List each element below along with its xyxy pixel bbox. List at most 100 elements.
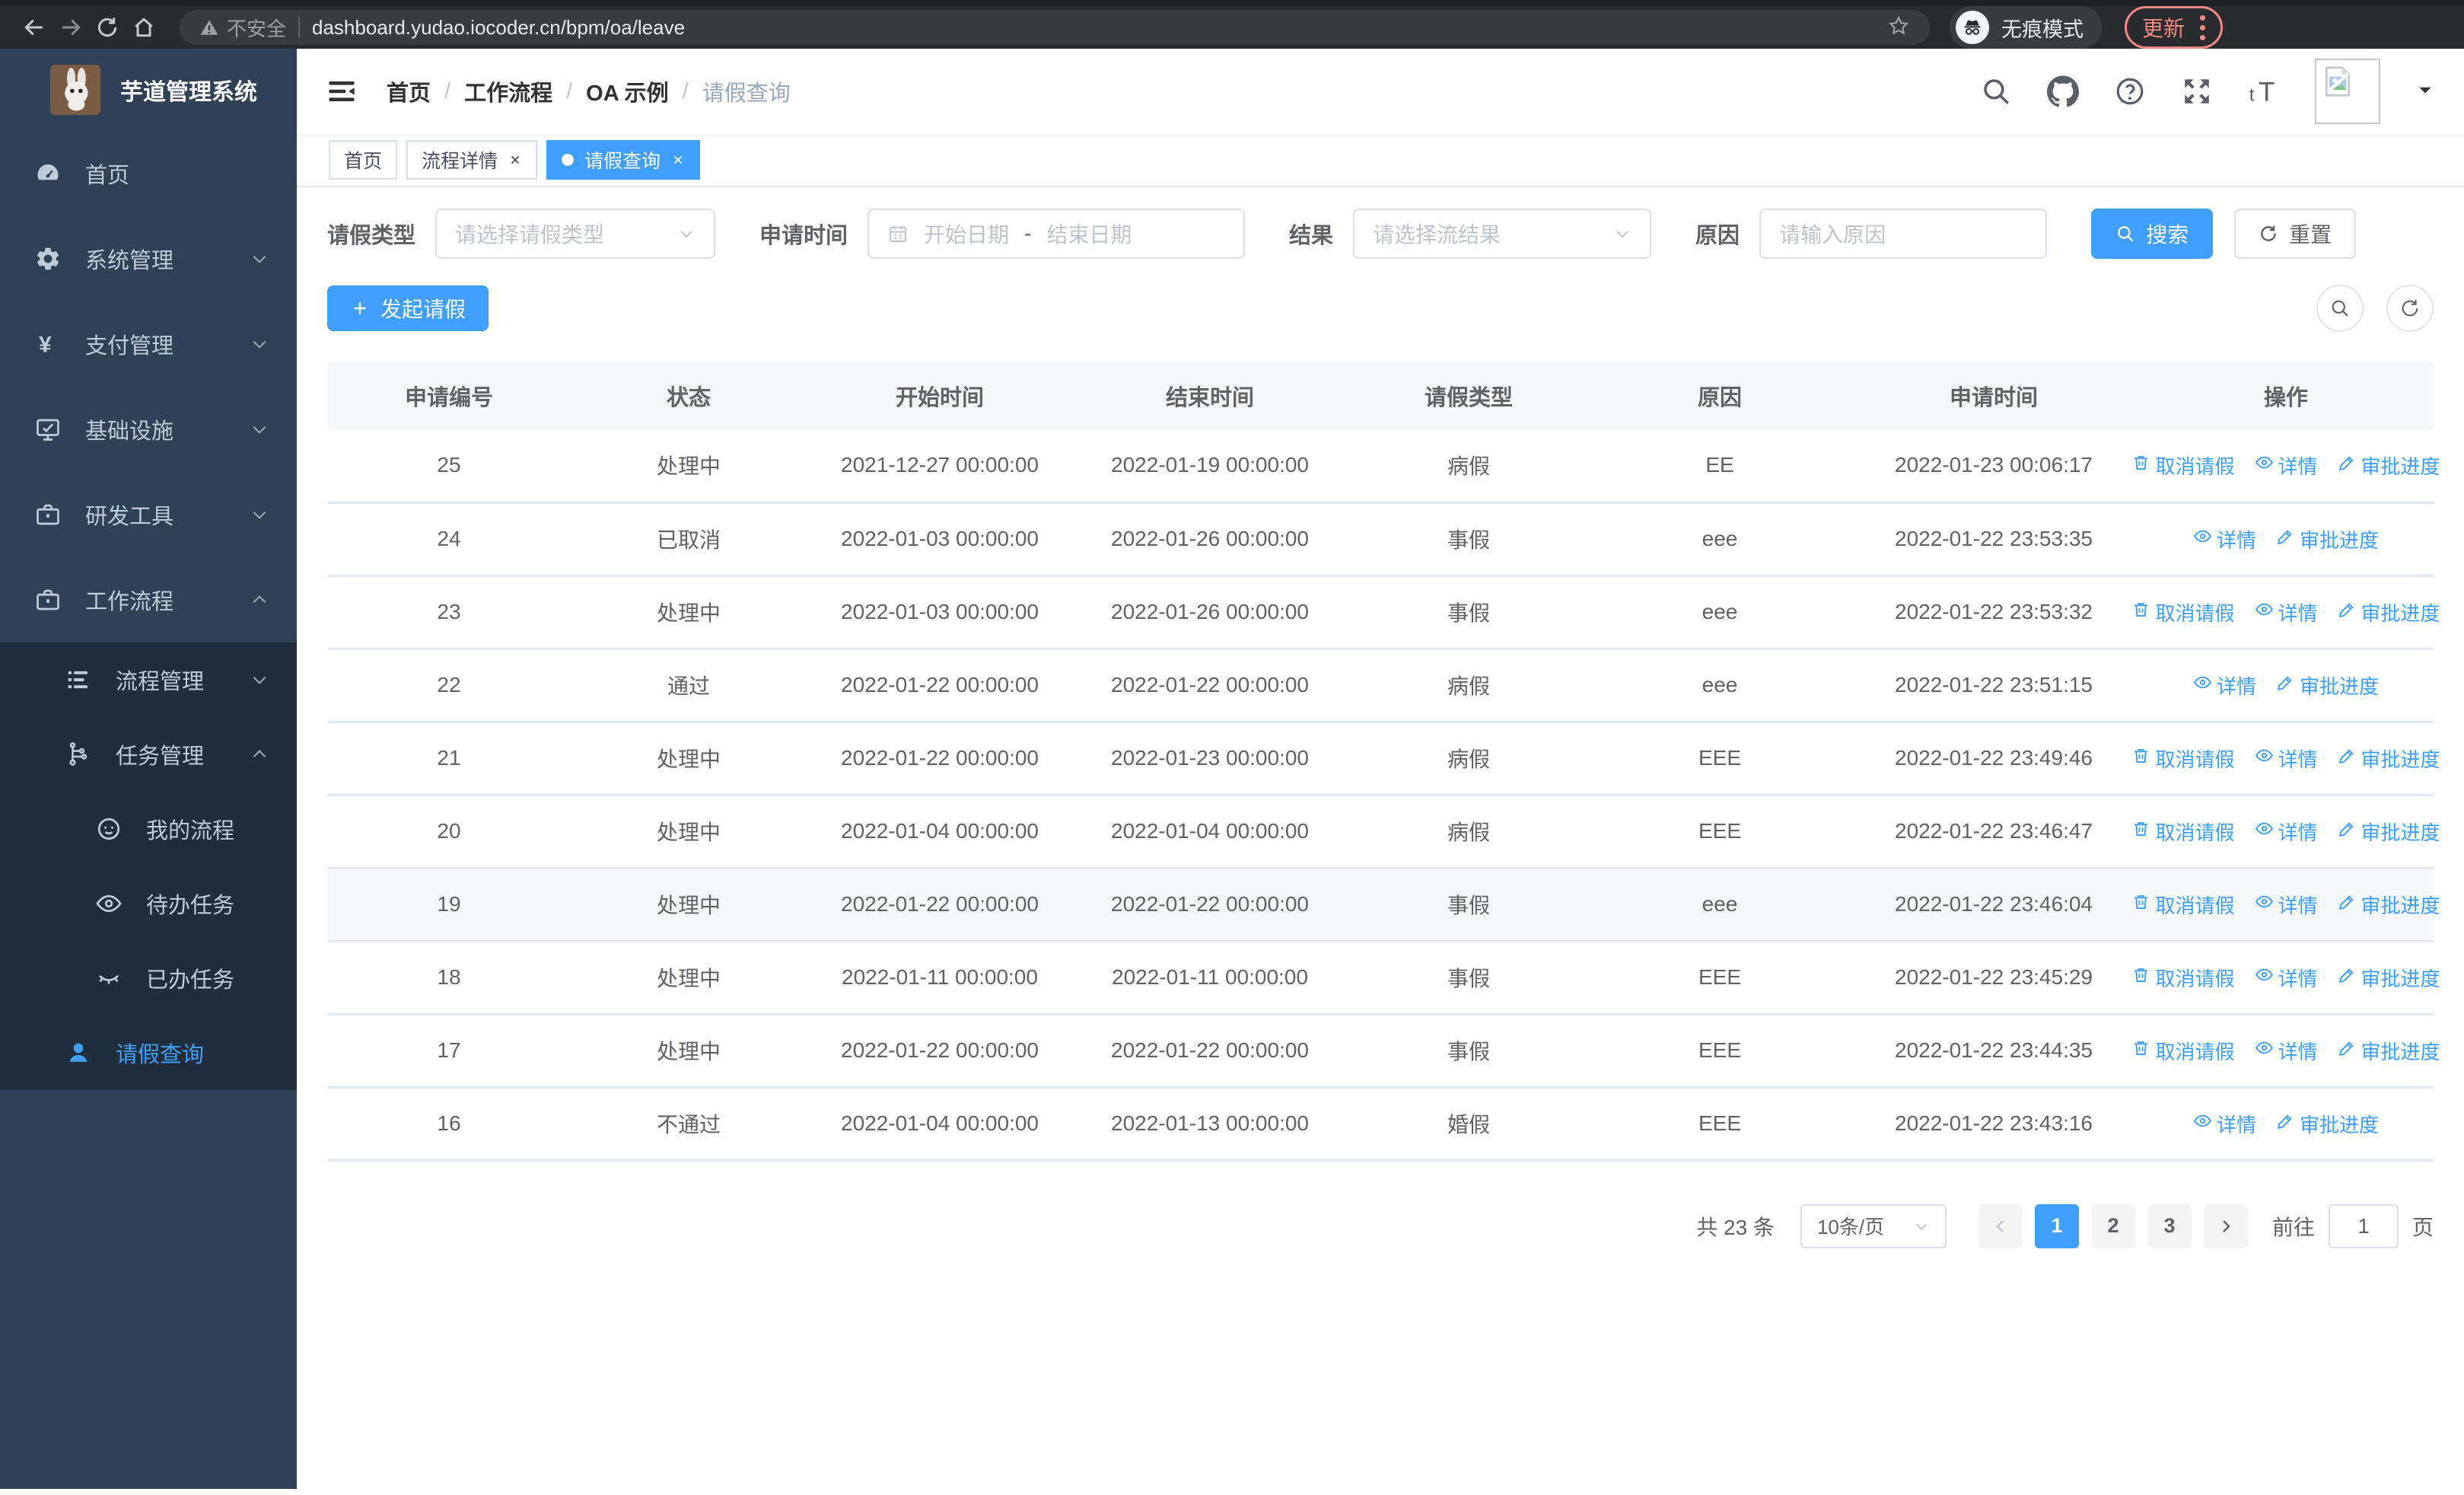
help-icon[interactable] (2114, 75, 2146, 107)
browser-reload-icon[interactable] (93, 13, 122, 42)
prev-page-button[interactable] (1978, 1203, 2023, 1248)
detail-action-link[interactable]: 详情 (2193, 671, 2256, 700)
cell-end: 2022-01-22 00:00:00 (1073, 868, 1347, 942)
tab-请假查询[interactable]: 请假查询 (546, 140, 701, 180)
goto-page-input[interactable]: 1 (2328, 1203, 2399, 1248)
close-icon[interactable] (671, 153, 685, 167)
progress-action-link[interactable]: 审批进度 (2338, 598, 2440, 626)
progress-action-link[interactable]: 审批进度 (2276, 671, 2379, 700)
refresh-table-button[interactable] (2386, 285, 2434, 332)
sidebar-item-基础设施[interactable]: 基础设施 (0, 387, 297, 472)
start-date-placeholder[interactable]: 开始日期 (924, 218, 1009, 249)
cell-actions: 取消请假 详情 审批进度 (2135, 941, 2440, 1015)
detail-action-link[interactable]: 详情 (2193, 525, 2256, 553)
brand-area[interactable]: 芋道管理系统 (0, 49, 297, 131)
sidebar-item-请假查询[interactable]: 请假查询 (0, 1015, 297, 1090)
font-size-icon[interactable]: tT (2248, 75, 2280, 107)
sidebar-item-系统管理[interactable]: 系统管理 (0, 216, 297, 301)
progress-action-link[interactable]: 审批进度 (2276, 525, 2379, 553)
cancel-action-link[interactable]: 取消请假 (2131, 598, 2235, 626)
detail-action-link[interactable]: 详情 (2193, 1110, 2256, 1138)
toggle-search-button[interactable] (2316, 285, 2364, 332)
browser-home-icon[interactable] (129, 13, 158, 42)
avatar[interactable] (2315, 59, 2380, 124)
sidebar-item-研发工具[interactable]: 研发工具 (0, 472, 297, 557)
sidebar-item-待办任务[interactable]: 待办任务 (0, 866, 297, 941)
detail-action-link[interactable]: 详情 (2255, 891, 2318, 919)
cancel-action-link[interactable]: 取消请假 (2131, 818, 2235, 846)
search-button[interactable]: 搜索 (2091, 209, 2214, 259)
progress-action-link[interactable]: 审批进度 (2338, 1037, 2440, 1065)
detail-action-link[interactable]: 详情 (2255, 598, 2318, 626)
cell-id: 23 (327, 575, 571, 650)
progress-action-link[interactable]: 审批进度 (2338, 891, 2440, 919)
browser-back-icon[interactable] (20, 13, 49, 42)
trash-icon (2131, 819, 2150, 843)
breadcrumb-item[interactable]: 工作流程 (464, 75, 552, 107)
sidebar-item-支付管理[interactable]: ¥ 支付管理 (0, 301, 297, 387)
page-buttons: 123 (2034, 1203, 2204, 1248)
cancel-action-link[interactable]: 取消请假 (2131, 1037, 2235, 1065)
sidebar-item-我的流程[interactable]: 我的流程 (0, 792, 297, 866)
tab-流程详情[interactable]: 流程详情 (406, 140, 538, 180)
apply-time-label: 申请时间 (759, 224, 848, 248)
url-text[interactable]: dashboard.yudao.iocoder.cn/bpm/oa/leave (312, 16, 1875, 40)
github-icon[interactable] (2047, 75, 2079, 107)
detail-action-link[interactable]: 详情 (2255, 818, 2318, 846)
bookmark-star-icon[interactable] (1887, 14, 1910, 41)
tab-首页[interactable]: 首页 (329, 140, 398, 180)
search-icon[interactable] (1980, 75, 2012, 107)
detail-action-link[interactable]: 详情 (2255, 451, 2318, 480)
browser-update-button[interactable]: 更新 (2125, 6, 2224, 49)
progress-action-link[interactable]: 审批进度 (2338, 964, 2440, 992)
sidebar-item-流程管理[interactable]: 流程管理 (0, 642, 297, 717)
cell-type: 事假 (1347, 868, 1590, 942)
cell-reason: EEE (1590, 1014, 1849, 1089)
detail-action-link[interactable]: 详情 (2255, 744, 2318, 773)
cell-actions: 取消请假 详情 审批进度 (2135, 868, 2440, 942)
browser-forward-icon[interactable] (56, 13, 85, 42)
breadcrumb-item[interactable]: 首页 (387, 75, 431, 107)
progress-action-link[interactable]: 审批进度 (2338, 451, 2440, 480)
not-secure-warning[interactable]: 不安全 (199, 14, 286, 42)
cell-end: 2022-01-04 00:00:00 (1073, 795, 1347, 869)
reset-button[interactable]: 重置 (2234, 209, 2357, 259)
page-size-select[interactable]: 10条/页 (1800, 1203, 1947, 1248)
result-select[interactable]: 请选择流结果 (1353, 209, 1652, 259)
progress-action-link[interactable]: 审批进度 (2276, 1110, 2379, 1138)
eye-icon (2255, 600, 2274, 624)
cancel-action-link[interactable]: 取消请假 (2131, 891, 2235, 919)
plus-icon (354, 302, 366, 314)
progress-action-link[interactable]: 审批进度 (2338, 818, 2440, 846)
address-bar[interactable]: 不安全 dashboard.yudao.iocoder.cn/bpm/oa/le… (180, 10, 1930, 45)
next-page-button[interactable] (2203, 1203, 2248, 1248)
page-button-2[interactable]: 2 (2090, 1203, 2135, 1248)
avatar-caret-icon[interactable] (2415, 80, 2435, 104)
progress-action-link[interactable]: 审批进度 (2338, 744, 2440, 773)
detail-action-link[interactable]: 详情 (2255, 964, 2318, 992)
page-button-1[interactable]: 1 (2034, 1203, 2079, 1248)
trash-icon (2131, 1038, 2150, 1063)
apply-time-range-picker[interactable]: 开始日期 - 结束日期 (867, 209, 1246, 259)
sidebar-item-任务管理[interactable]: 任务管理 (0, 717, 297, 792)
create-leave-button[interactable]: 发起请假 (327, 285, 489, 331)
fullscreen-icon[interactable] (2181, 75, 2213, 107)
browser-menu-icon[interactable] (2200, 14, 2206, 40)
breadcrumb-item[interactable]: OA 示例 (586, 75, 668, 107)
end-date-placeholder[interactable]: 结束日期 (1046, 218, 1132, 249)
leave-type-select[interactable]: 请选择请假类型 (435, 209, 716, 259)
cancel-action-link[interactable]: 取消请假 (2131, 744, 2235, 773)
search-icon (2332, 300, 2348, 317)
table-row: 20 处理中 2022-01-04 00:00:00 2022-01-04 00:00… (327, 795, 2440, 869)
page-button-3[interactable]: 3 (2147, 1203, 2192, 1248)
sidebar-item-工作流程[interactable]: 工作流程 (0, 557, 297, 642)
sidebar-item-已办任务[interactable]: 已办任务 (0, 941, 297, 1015)
cancel-action-link[interactable]: 取消请假 (2131, 451, 2235, 480)
action-label: 取消请假 (2155, 894, 2235, 917)
cancel-action-link[interactable]: 取消请假 (2131, 964, 2235, 992)
reason-input[interactable]: 请输入原因 (1759, 209, 2048, 259)
hamburger-icon[interactable] (326, 75, 359, 108)
close-icon[interactable] (508, 153, 522, 167)
detail-action-link[interactable]: 详情 (2255, 1037, 2318, 1065)
sidebar-item-首页[interactable]: 首页 (0, 131, 297, 216)
